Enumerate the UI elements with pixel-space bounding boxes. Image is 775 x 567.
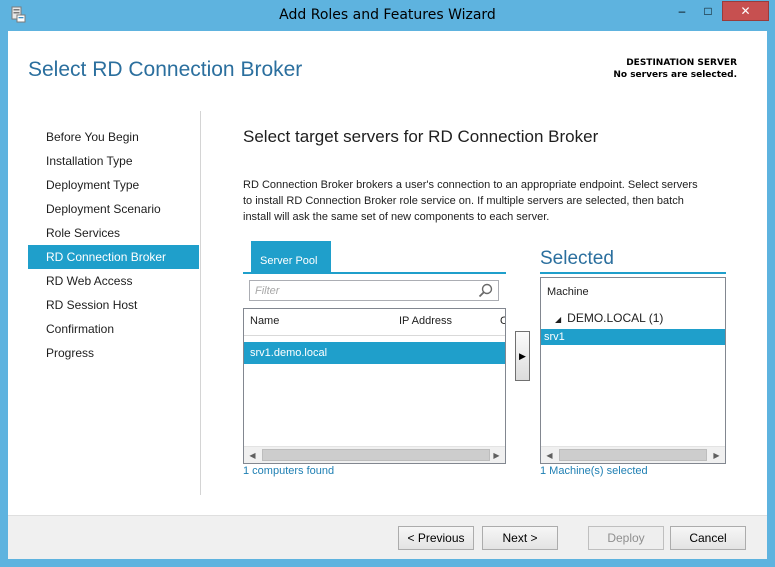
scroll-right-arrow-icon[interactable]: ▶ [488,447,505,463]
scroll-left-arrow-icon[interactable]: ◀ [541,447,558,463]
scroll-thumb[interactable] [559,449,707,461]
group-label: DEMO.LOCAL (1) [567,311,664,325]
nav-item-role-services[interactable]: Role Services [28,221,199,245]
pool-header: Name IP Address O [244,309,505,336]
selected-underline [540,272,726,274]
table-row[interactable]: srv1.demo.local [244,342,505,364]
add-to-selected-button[interactable]: ▶ [515,331,530,381]
nav-item-deployment-type[interactable]: Deployment Type [28,173,199,197]
cancel-button[interactable]: Cancel [670,526,746,550]
nav-item-deployment-scenario[interactable]: Deployment Scenario [28,197,199,221]
nav-item-before-you-begin[interactable]: Before You Begin [28,125,199,149]
nav-item-rd-session-host[interactable]: RD Session Host [28,293,199,317]
wizard-footer: < Previous Next > Deploy Cancel [8,515,767,559]
group-demo-local[interactable]: ◢ DEMO.LOCAL (1) [555,311,663,325]
next-button[interactable]: Next > [482,526,558,550]
title-bar[interactable]: Add Roles and Features Wizard – □ ✕ [0,0,775,31]
minimize-button[interactable]: – [669,1,695,21]
selected-horizontal-scrollbar[interactable]: ◀ ▶ [541,446,725,463]
window-title: Add Roles and Features Wizard [279,7,496,23]
filter-input[interactable] [250,281,476,300]
server-pool-list[interactable]: Name IP Address O srv1.demo.local ◀ ▶ [243,308,506,464]
selected-count: 1 Machine(s) selected [540,465,648,477]
section-heading: Select target servers for RD Connection … [243,127,599,146]
section-description: RD Connection Broker brokers a user's co… [243,179,698,223]
wizard-nav: Before You Begin Installation Type Deplo… [28,125,199,365]
nav-item-rd-connection-broker[interactable]: RD Connection Broker [28,245,199,269]
search-icon[interactable] [477,282,495,300]
deploy-button[interactable]: Deploy [588,526,664,550]
scroll-left-arrow-icon[interactable]: ◀ [244,447,261,463]
page-title: Select RD Connection Broker [28,58,303,81]
expand-arrow-icon[interactable]: ◢ [555,315,561,324]
selected-list[interactable]: Machine ◢ DEMO.LOCAL (1) srv1 ◀ ▶ [540,277,726,464]
scroll-thumb[interactable] [262,449,490,461]
column-header-name[interactable]: Name [250,315,279,327]
filter-box [249,280,499,301]
pool-horizontal-scrollbar[interactable]: ◀ ▶ [244,446,505,463]
selected-title: Selected [540,248,614,269]
nav-item-rd-web-access[interactable]: RD Web Access [28,269,199,293]
maximize-button[interactable]: □ [695,1,721,21]
previous-button[interactable]: < Previous [398,526,474,550]
tab-server-pool[interactable]: Server Pool [251,241,331,273]
scroll-right-arrow-icon[interactable]: ▶ [708,447,725,463]
destination-label: DESTINATION SERVER [626,58,737,68]
column-header-ip-address[interactable]: IP Address [399,315,452,327]
wizard-client-area: Select RD Connection Broker DESTINATION … [8,31,767,559]
nav-item-installation-type[interactable]: Installation Type [28,149,199,173]
destination-value: No servers are selected. [613,70,737,80]
wizard-window: Add Roles and Features Wizard – □ ✕ Sele… [0,0,775,567]
destination-server-info: DESTINATION SERVER No servers are select… [613,57,737,81]
tab-underline [243,272,506,274]
column-header-os[interactable]: O [500,315,505,327]
close-button[interactable]: ✕ [722,1,769,21]
nav-item-confirmation[interactable]: Confirmation [28,317,199,341]
pool-count: 1 computers found [243,465,335,477]
nav-divider [200,111,201,495]
list-item[interactable]: srv1 [541,329,725,345]
nav-item-progress[interactable]: Progress [28,341,199,365]
column-header-machine: Machine [547,286,589,298]
